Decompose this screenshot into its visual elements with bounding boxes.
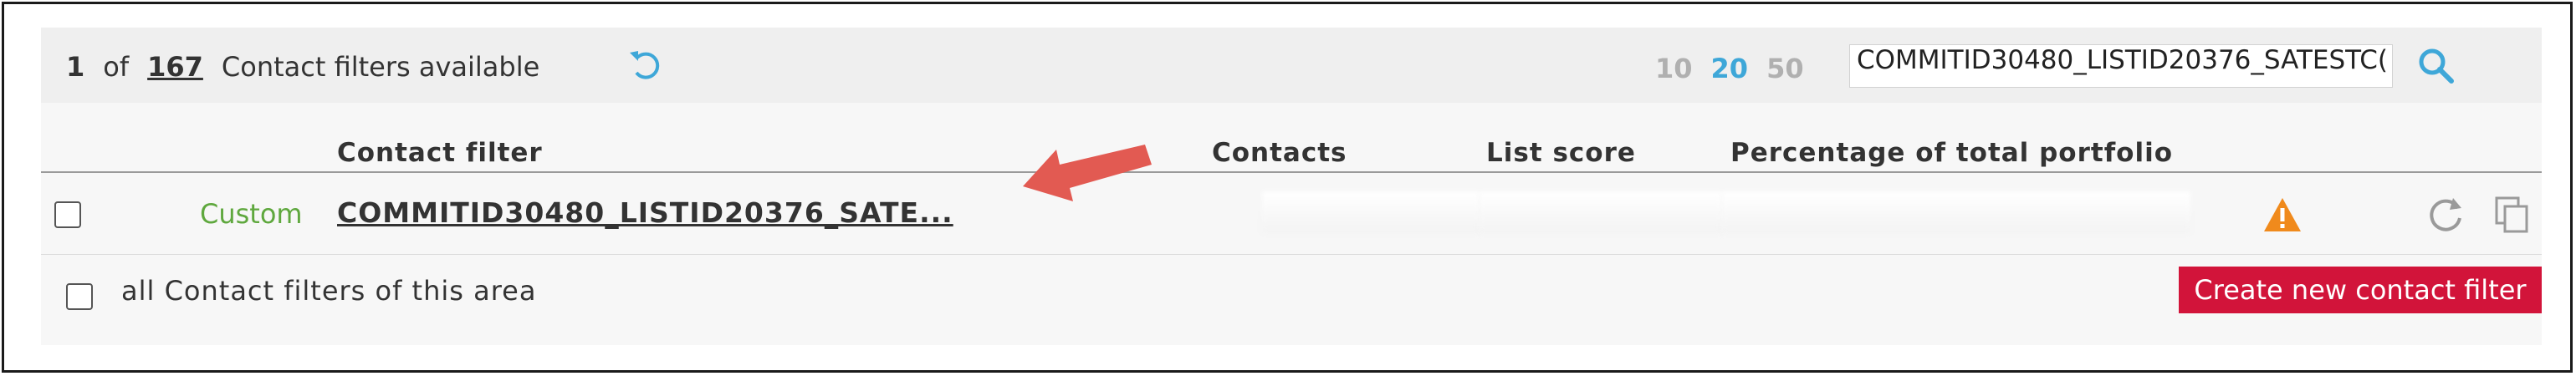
column-header-contacts[interactable]: Contacts xyxy=(1212,138,1347,168)
toolbar: 1 of 167 Contact filters available 10 20… xyxy=(41,28,2542,103)
table-footer: all Contact filters of this area Create … xyxy=(41,255,2542,330)
window-frame: 1 of 167 Contact filters available 10 20… xyxy=(2,2,2573,373)
column-header-filter[interactable]: Contact filter xyxy=(337,138,543,168)
summary-label: Contact filters available xyxy=(221,51,540,83)
filter-name-link[interactable]: COMMITID30480_LISTID20376_SATE... xyxy=(337,196,1006,229)
copy-icon[interactable] xyxy=(2492,193,2533,235)
table-header: Contact filter Contacts List score Perce… xyxy=(41,103,2542,173)
current-page: 1 xyxy=(66,51,85,83)
filter-type-label: Custom xyxy=(200,198,303,230)
contacts-value-blurred xyxy=(1262,191,1480,233)
select-all-checkbox[interactable] xyxy=(66,283,93,310)
score-value-blurred xyxy=(1480,191,1722,233)
page-size-50[interactable]: 50 xyxy=(1766,53,1804,84)
select-all-label: all Contact filters of this area xyxy=(121,275,537,307)
contact-filter-panel: 1 of 167 Contact filters available 10 20… xyxy=(41,28,2542,345)
search-icon[interactable] xyxy=(2416,46,2456,86)
percentage-value-blurred xyxy=(1722,191,2190,233)
results-summary: 1 of 167 Contact filters available xyxy=(66,51,539,83)
reset-icon[interactable] xyxy=(626,46,665,84)
refresh-icon[interactable] xyxy=(2425,193,2466,235)
page-size-20[interactable]: 20 xyxy=(1711,53,1749,84)
total-count-link[interactable]: 167 xyxy=(147,51,203,83)
column-header-score[interactable]: List score xyxy=(1486,138,1636,168)
of-label: of xyxy=(103,51,130,83)
warning-icon[interactable] xyxy=(2262,196,2303,233)
create-contact-filter-button[interactable]: Create new contact filter xyxy=(2179,267,2542,313)
row-checkbox[interactable] xyxy=(54,201,81,228)
search-input[interactable]: COMMITID30480_LISTID20376_SATESTC( xyxy=(1849,44,2393,88)
table-row: Custom COMMITID30480_LISTID20376_SATE... xyxy=(41,175,2542,255)
page-size-10[interactable]: 10 xyxy=(1655,53,1693,84)
column-header-percentage[interactable]: Percentage of total portfolio xyxy=(1730,138,2173,168)
page-size-selector: 10 20 50 xyxy=(1655,53,1804,84)
annotation-arrow-icon xyxy=(1023,145,1152,201)
